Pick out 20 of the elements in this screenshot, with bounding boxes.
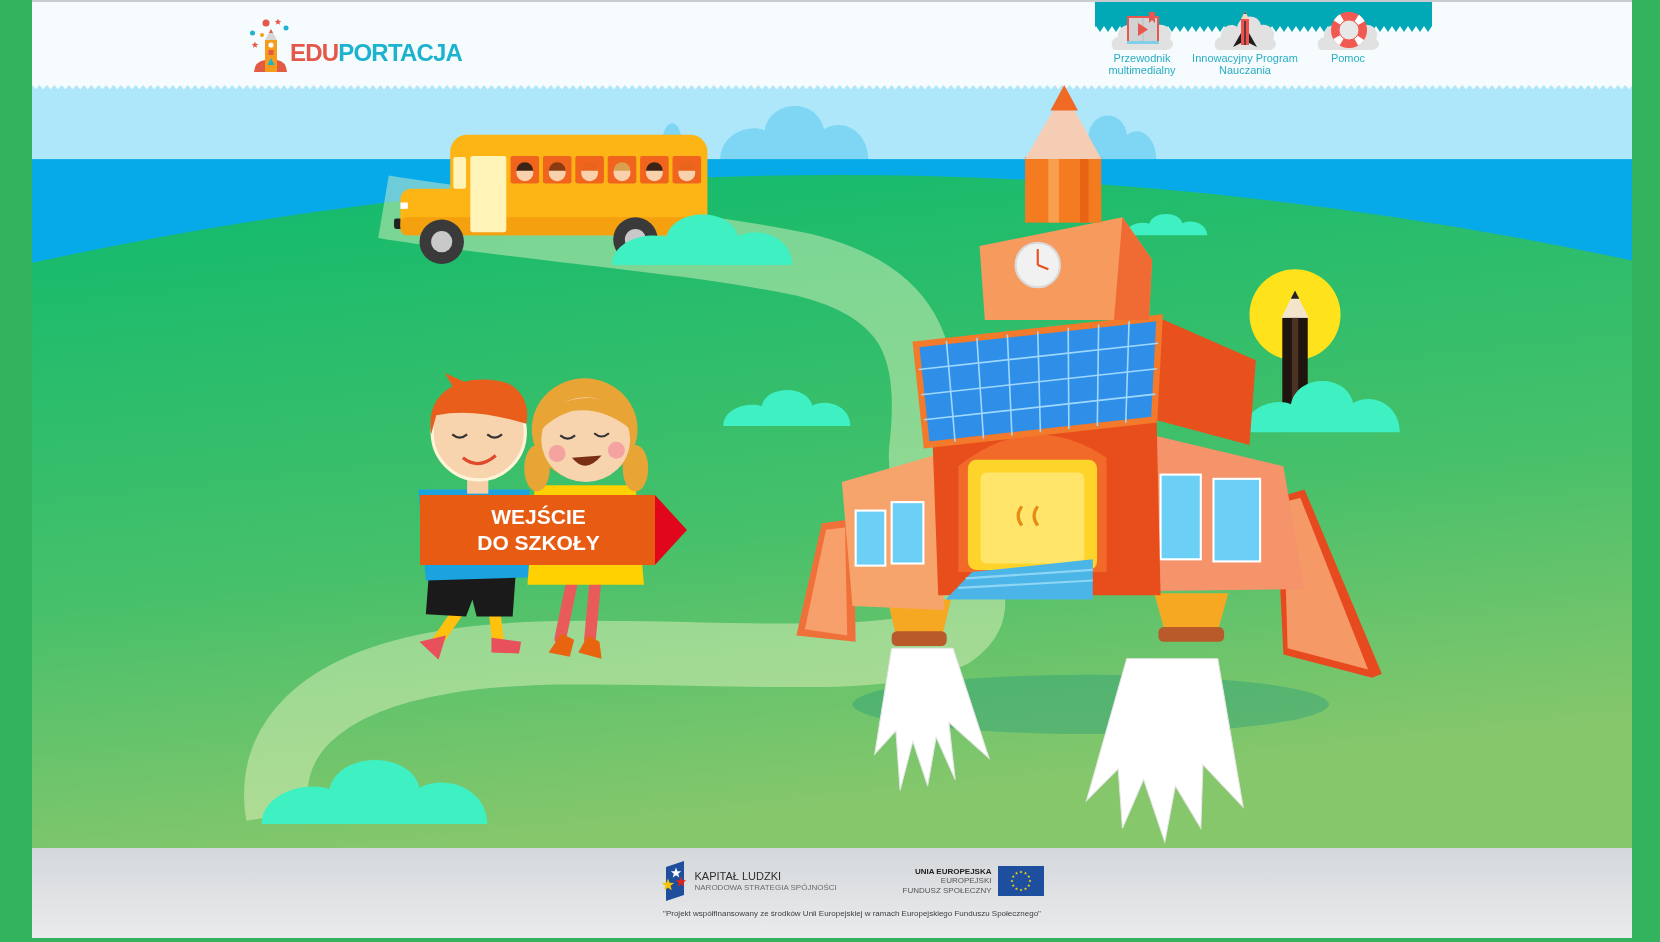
pencil-rocket-icon	[1213, 9, 1277, 51]
nav-link[interactable]: Pomoc	[1305, 9, 1391, 77]
eu-title: UNIA EUROPEJSKA	[913, 866, 992, 877]
funding-note: "Projekt współfinansowany ze środków Unii Europejskiej w ramach Europejskiego Funduszu Społecznego"	[663, 910, 1041, 919]
star-flag-icon	[660, 861, 687, 901]
window	[890, 501, 925, 565]
clock-icon	[1014, 241, 1062, 289]
logo-subtitle: NARODOWA STRATEGIA SPÓJNOŚCI	[694, 882, 837, 893]
video-book-icon	[1110, 9, 1174, 51]
nav-link[interactable]: Przewodnik multimedialny	[1099, 9, 1185, 77]
logo-text: EDUPORTACJA	[290, 41, 463, 65]
lifebuoy-icon	[1316, 9, 1380, 51]
logo-title: KAPITAŁ LUDZKI	[694, 869, 783, 883]
flag-icon	[997, 866, 1044, 896]
window	[854, 509, 887, 567]
nav-link[interactable]: Innowacyjny Program Nauczania	[1185, 9, 1305, 77]
logo-link[interactable]: EDUPORTACJA	[250, 18, 463, 74]
rocket-logo-icon	[250, 18, 290, 74]
eu-subtitle: EUROPEJSKI FUNDUSZ SPOŁECZNY	[902, 876, 992, 896]
school-entrance-sign[interactable]: WEJŚCIE DO SZKOŁY	[420, 495, 687, 565]
